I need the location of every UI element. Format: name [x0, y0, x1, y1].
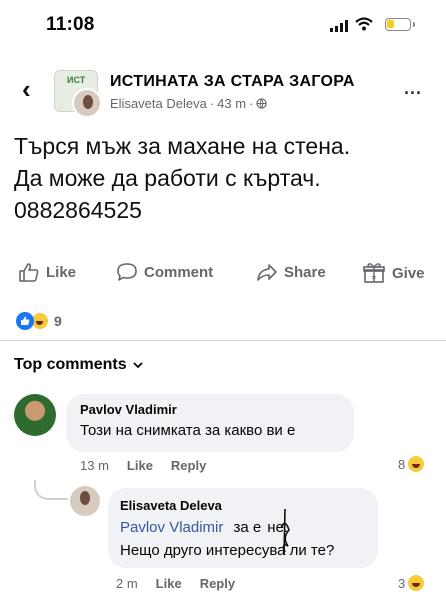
haha-reaction-icon	[408, 575, 425, 591]
reply-text: за е	[233, 519, 262, 536]
like-label: Like	[46, 263, 77, 281]
commenter-avatar[interactable]	[14, 394, 56, 436]
author-avatar[interactable]	[72, 88, 102, 118]
signal-icon	[330, 20, 348, 32]
thumbs-up-icon	[19, 263, 39, 282]
reply-time: 2 m	[116, 576, 138, 591]
reply-reaction-count: 3	[398, 575, 406, 591]
reaction-count: 9	[54, 313, 62, 329]
more-options-button[interactable]: ...	[404, 78, 422, 99]
give-label: Give	[392, 264, 425, 282]
meta-separator: ·	[209, 96, 215, 111]
reply-line-2: Нещо друго интересува ли те?	[120, 542, 335, 559]
reply-like-button[interactable]: Like	[156, 576, 182, 591]
post-line: Да може да работи с къртач.	[14, 165, 321, 191]
back-icon[interactable]: ‹	[22, 74, 31, 105]
comment-reaction-count: 8	[398, 456, 406, 472]
like-button[interactable]: Like	[18, 262, 76, 282]
post-text: Търся мъж за махане на стена. Да може да…	[14, 130, 434, 226]
group-name[interactable]: ИСТИНАТА ЗА СТАРА ЗАГОРА	[110, 73, 355, 91]
reply-reactions[interactable]: 3	[398, 575, 425, 591]
thread-connector	[34, 480, 68, 500]
comment-text: Този на снимката за какво ви е	[80, 422, 296, 439]
share-label: Share	[284, 263, 326, 281]
reply-bubble: Elisaveta Deleva Pavlov Vladimir за е не.…	[108, 488, 378, 568]
reply-meta: 2 m Like Reply	[116, 576, 235, 591]
post-time[interactable]: 43 m	[217, 96, 246, 111]
post-phone[interactable]: 0882864525	[14, 194, 434, 226]
reply-avatar[interactable]	[70, 486, 100, 516]
post-actions: Like Comment Share ☆ Give	[0, 262, 446, 290]
comment-meta: 13 m Like Reply	[80, 458, 206, 473]
reply-reply-button[interactable]: Reply	[200, 576, 235, 591]
post-line: Търся мъж за махане на стена.	[14, 133, 351, 159]
comment-author[interactable]: Pavlov Vladimir	[80, 402, 177, 417]
divider	[0, 340, 446, 341]
status-time: 11:08	[46, 14, 95, 35]
battery-icon	[385, 18, 415, 31]
globe-icon	[256, 98, 268, 109]
share-button[interactable]: Share	[256, 262, 326, 282]
reply-line-1: Pavlov Vladimir за е не.	[120, 519, 288, 536]
post-meta: Elisaveta Deleva · 43 m ·	[110, 96, 268, 111]
chevron-down-icon	[132, 362, 143, 369]
scribble-mark	[280, 508, 290, 556]
comment-bubble: Pavlov Vladimir Този на снимката за какв…	[66, 394, 354, 452]
comment-label: Comment	[144, 263, 214, 281]
meta-separator-2: ·	[249, 96, 254, 111]
author-name[interactable]: Elisaveta Deleva	[110, 96, 207, 111]
reaction-summary[interactable]: 9	[16, 312, 62, 330]
share-icon	[257, 264, 277, 281]
comment-reactions[interactable]: 8	[398, 456, 425, 472]
gift-icon: ☆	[363, 263, 385, 283]
svg-text:☆: ☆	[371, 274, 377, 281]
comment-reply-button[interactable]: Reply	[171, 458, 206, 473]
comment-button[interactable]: Comment	[116, 262, 213, 282]
comment-time: 13 m	[80, 458, 109, 473]
give-button[interactable]: ☆ Give	[362, 262, 425, 284]
comments-sort-label: Top comments	[14, 356, 127, 373]
wifi-icon	[355, 17, 373, 31]
like-reaction-icon	[16, 312, 34, 330]
reply-author[interactable]: Elisaveta Deleva	[120, 498, 222, 513]
comments-sort-dropdown[interactable]: Top comments	[14, 356, 143, 374]
haha-reaction-icon	[408, 456, 425, 472]
comment-like-button[interactable]: Like	[127, 458, 153, 473]
reply-mention[interactable]: Pavlov Vladimir	[120, 519, 223, 536]
comment-icon	[117, 263, 137, 281]
